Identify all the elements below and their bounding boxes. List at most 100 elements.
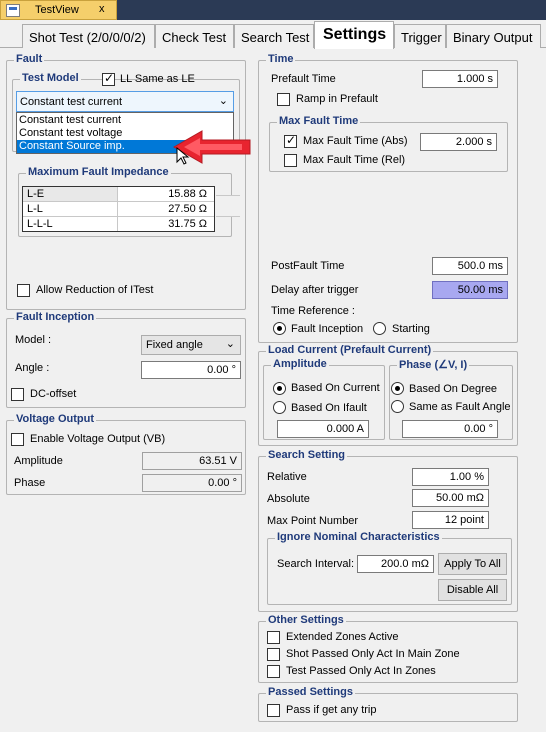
extended-zones-checkbox[interactable] bbox=[267, 631, 280, 644]
ll-same-checkbox[interactable] bbox=[102, 71, 115, 86]
fault-inception-title: Fault Inception bbox=[14, 311, 97, 323]
prefault-time-label: Prefault Time bbox=[271, 73, 336, 85]
voltage-amplitude-value: 63.51 V bbox=[142, 452, 242, 470]
table-row[interactable]: L-L-L 31.75 Ω bbox=[23, 217, 214, 232]
ref-starting-radio[interactable] bbox=[373, 322, 386, 335]
postfault-time-input[interactable]: 500.0 ms bbox=[432, 257, 508, 275]
max-fault-abs-input[interactable]: 2.000 s bbox=[420, 133, 497, 151]
postfault-time-label: PostFault Time bbox=[271, 260, 345, 272]
impedance-name: L-L bbox=[23, 202, 118, 216]
test-model-selected-value: Constant test current bbox=[20, 96, 123, 108]
absolute-label: Absolute bbox=[267, 493, 310, 505]
max-fault-abs-checkbox[interactable] bbox=[284, 133, 297, 148]
document-icon bbox=[6, 4, 20, 17]
based-on-ifault-label: Based On Ifault bbox=[291, 402, 367, 414]
angle-input[interactable]: 0.00 ° bbox=[141, 361, 241, 379]
pass-any-trip-label: Pass if get any trip bbox=[286, 704, 377, 716]
table-row[interactable]: L-E 15.88 Ω bbox=[23, 187, 214, 202]
max-fault-abs-label: Max Fault Time (Abs) bbox=[303, 135, 408, 147]
delay-after-trigger-input[interactable]: 50.00 ms bbox=[432, 281, 508, 299]
other-settings-title: Other Settings bbox=[266, 614, 346, 626]
enable-voltage-output-checkbox[interactable] bbox=[11, 433, 24, 446]
impedance-value: 31.75 Ω bbox=[168, 218, 207, 230]
dc-offset-checkbox[interactable] bbox=[11, 388, 24, 401]
based-on-ifault-radio[interactable] bbox=[273, 401, 286, 414]
search-interval-label: Search Interval: bbox=[277, 558, 355, 570]
impedance-name: L-E bbox=[23, 187, 118, 201]
based-on-current-label: Based On Current bbox=[291, 382, 380, 394]
based-on-degree-label: Based On Degree bbox=[409, 383, 498, 395]
same-as-fault-angle-radio[interactable] bbox=[391, 400, 404, 413]
absolute-input[interactable]: 50.00 mΩ bbox=[412, 489, 489, 507]
same-as-fault-angle-label: Same as Fault Angle bbox=[409, 401, 511, 413]
impedance-value: 15.88 Ω bbox=[168, 188, 207, 200]
pass-any-trip-checkbox[interactable] bbox=[267, 704, 280, 717]
phase-group-title: Phase (∠V, I) bbox=[397, 358, 470, 371]
max-fault-impedance-title: Maximum Fault Impedance bbox=[26, 166, 171, 178]
ignore-nominal-title: Ignore Nominal Characteristics bbox=[275, 531, 442, 543]
based-on-current-radio[interactable] bbox=[273, 382, 286, 395]
shot-passed-label: Shot Passed Only Act In Main Zone bbox=[286, 648, 460, 660]
amplitude-group-title: Amplitude bbox=[271, 358, 329, 370]
fault-title: Fault bbox=[14, 53, 45, 65]
voltage-output-title: Voltage Output bbox=[14, 413, 97, 425]
extended-zones-label: Extended Zones Active bbox=[286, 631, 399, 643]
delay-after-trigger-label: Delay after trigger bbox=[271, 284, 359, 296]
passed-settings-title: Passed Settings bbox=[266, 686, 355, 698]
ref-fault-inception-label: Fault Inception bbox=[291, 323, 364, 335]
impedance-name: L-L-L bbox=[23, 217, 118, 231]
test-passed-label: Test Passed Only Act In Zones bbox=[286, 665, 436, 677]
relative-input[interactable]: 1.00 % bbox=[412, 468, 489, 486]
document-tab[interactable]: TestView x bbox=[0, 0, 117, 20]
prefault-time-input[interactable]: 1.000 s bbox=[422, 70, 498, 88]
tab-binary-output[interactable]: Binary Output bbox=[446, 24, 541, 48]
search-setting-title: Search Setting bbox=[266, 449, 348, 461]
max-point-input[interactable]: 12 point bbox=[412, 511, 489, 529]
model-label: Model : bbox=[15, 334, 52, 346]
ramp-in-prefault-label: Ramp in Prefault bbox=[296, 93, 378, 105]
impedance-value: 27.50 Ω bbox=[168, 203, 207, 215]
ramp-in-prefault-checkbox[interactable] bbox=[277, 93, 290, 106]
time-title: Time bbox=[266, 53, 296, 65]
chevron-down-icon: ⌄ bbox=[225, 338, 235, 350]
chevron-down-icon: ⌄ bbox=[218, 95, 228, 107]
option-constant-test-current[interactable]: Constant test current bbox=[17, 114, 233, 127]
load-amplitude-input[interactable]: 0.000 A bbox=[277, 420, 369, 438]
model-select[interactable]: Fixed angle ⌄ bbox=[141, 335, 241, 355]
max-fault-rel-checkbox[interactable] bbox=[284, 154, 297, 167]
dc-offset-label: DC-offset bbox=[30, 388, 77, 400]
max-fault-time-title: Max Fault Time bbox=[277, 115, 361, 127]
tab-shot-test[interactable]: Shot Test (2/0/0/0/2) bbox=[22, 24, 155, 48]
ref-fault-inception-radio[interactable] bbox=[273, 322, 286, 335]
test-model-select[interactable]: Constant test current ⌄ bbox=[16, 91, 234, 112]
max-point-label: Max Point Number bbox=[267, 515, 359, 527]
test-model-title: Test Model bbox=[20, 72, 81, 84]
apply-to-all-button[interactable]: Apply To All bbox=[438, 553, 507, 575]
allow-reduction-label: Allow Reduction of ITest bbox=[36, 284, 154, 296]
enable-voltage-output-label: Enable Voltage Output (VB) bbox=[30, 433, 166, 445]
document-tab-title: TestView bbox=[35, 4, 79, 16]
load-phase-input[interactable]: 0.00 ° bbox=[402, 420, 498, 438]
tab-check-test[interactable]: Check Test bbox=[155, 24, 234, 48]
ll-same-label: LL Same as LE bbox=[120, 73, 195, 85]
tab-search-test[interactable]: Search Test bbox=[234, 24, 314, 48]
relative-label: Relative bbox=[267, 471, 307, 483]
ref-starting-label: Starting bbox=[392, 323, 430, 335]
mouse-cursor-icon bbox=[176, 147, 190, 165]
based-on-degree-radio[interactable] bbox=[391, 382, 404, 395]
allow-reduction-checkbox[interactable] bbox=[17, 284, 30, 297]
impedance-table: L-E 15.88 Ω L-L 27.50 Ω L-L-L 31.75 Ω bbox=[22, 186, 215, 232]
table-row[interactable]: L-L 27.50 Ω bbox=[23, 202, 214, 217]
shot-passed-checkbox[interactable] bbox=[267, 648, 280, 661]
disable-all-button[interactable]: Disable All bbox=[438, 579, 507, 601]
impedance-scroll-area bbox=[216, 195, 240, 217]
max-fault-rel-label: Max Fault Time (Rel) bbox=[303, 154, 406, 166]
search-interval-input[interactable]: 200.0 mΩ bbox=[357, 555, 434, 573]
time-reference-label: Time Reference : bbox=[271, 305, 355, 317]
tab-settings[interactable]: Settings bbox=[314, 21, 394, 49]
phase-label: Phase bbox=[14, 477, 46, 489]
close-icon[interactable]: x bbox=[99, 3, 105, 15]
test-passed-checkbox[interactable] bbox=[267, 665, 280, 678]
angle-label: Angle : bbox=[15, 362, 50, 374]
tab-trigger[interactable]: Trigger bbox=[394, 24, 446, 48]
